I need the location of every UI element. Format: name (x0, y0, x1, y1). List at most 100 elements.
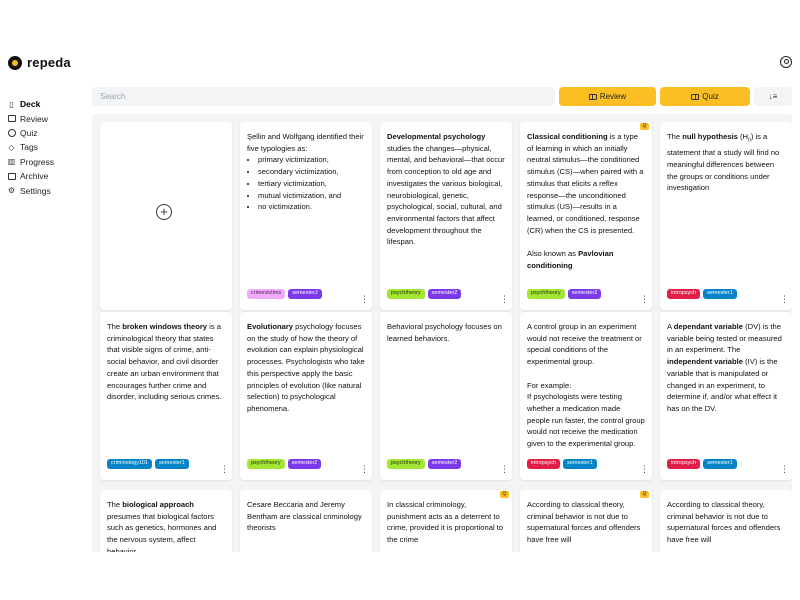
app-logo[interactable]: repeda (8, 55, 71, 70)
sidebar-item-review[interactable]: Review (7, 111, 87, 125)
kebab-menu-icon[interactable]: ⋮ (220, 465, 229, 474)
flashcard[interactable]: Developmental psychology studies the cha… (380, 122, 512, 310)
gear-icon: ⚙ (7, 186, 16, 196)
kebab-menu-icon[interactable]: ⋮ (640, 295, 649, 304)
sidebar-item-label: Deck (20, 99, 41, 110)
tag-badge[interactable]: psychtheory (527, 289, 565, 299)
card-text: The null hypothesis (H0) is a statement … (667, 132, 780, 193)
card-text: The broken windows theory is a criminolo… (107, 322, 222, 402)
card-text: In classical criminology, punishment act… (387, 500, 504, 545)
book-icon (7, 114, 16, 123)
quiz-badge: Q (640, 123, 649, 130)
quiz-button-label: Quiz (702, 92, 719, 101)
card-text: Cesare Beccaria and Jeremy Bentham are c… (247, 500, 362, 533)
kebab-menu-icon[interactable]: ⋮ (640, 465, 649, 474)
card-text: Şellin and Wolfgang identified their fiv… (240, 122, 372, 213)
kebab-menu-icon[interactable]: ⋮ (500, 295, 509, 304)
kebab-menu-icon[interactable]: ⋮ (360, 295, 369, 304)
tag-badge[interactable]: semester2 (287, 459, 322, 469)
archive-icon (7, 172, 16, 181)
kebab-menu-icon[interactable]: ⋮ (780, 465, 789, 474)
card-tags: psychtheory semester2 (387, 289, 462, 299)
sort-icon: ↓≡ (768, 92, 778, 101)
plus-circle-icon: + (156, 204, 172, 220)
deck-icon: ▯ (9, 99, 14, 109)
sidebar-item-progress[interactable]: ▥ Progress (7, 155, 87, 169)
kebab-menu-icon[interactable]: ⋮ (360, 465, 369, 474)
card-text: A dependant variable (DV) is the variabl… (667, 322, 782, 413)
kebab-menu-icon[interactable]: ⋮ (780, 295, 789, 304)
card-text: A control group in an experiment would n… (527, 322, 645, 449)
flashcard[interactable]: The broken windows theory is a criminolo… (100, 312, 232, 480)
card-text: Classical conditioning is a type of lear… (527, 132, 644, 270)
flashcard[interactable]: Evolutionary psychology focuses on the s… (240, 312, 372, 480)
flashcard[interactable]: Q Classical conditioning is a type of le… (520, 122, 652, 310)
flashcard[interactable]: A control group in an experiment would n… (520, 312, 652, 480)
sidebar-item-label: Progress (20, 156, 55, 167)
flashcard[interactable]: A dependant variable (DV) is the variabl… (660, 312, 792, 480)
card-text: According to classical theory, criminal … (667, 500, 781, 545)
quiz-badge: Q (500, 491, 509, 498)
tag-badge[interactable]: psychtheory (387, 289, 425, 299)
tag-badge[interactable]: semester1 (703, 289, 737, 299)
logo-icon (8, 55, 22, 70)
account-icon[interactable] (780, 56, 792, 68)
quiz-button[interactable]: Quiz (660, 87, 750, 106)
tag-badge[interactable]: semester2 (427, 289, 462, 299)
tag-badge[interactable]: intropsych (667, 459, 701, 469)
card-tags: intropsych semester1 (527, 459, 597, 469)
book-icon (691, 93, 700, 100)
card-tags: psychtheory semester2 (247, 459, 322, 469)
tag-badge[interactable]: psychtheory (387, 459, 425, 469)
card-text: Developmental psychology studies the cha… (387, 132, 505, 247)
card-tags: psychtheory semester2 (527, 289, 602, 299)
tag-badge[interactable]: intropsych (527, 459, 561, 469)
quiz-badge: Q (640, 491, 649, 498)
card-tags: criminology101 semester1 (107, 459, 189, 469)
flashcard[interactable]: Q According to classical theory, crimina… (520, 490, 652, 552)
flashcard[interactable]: The biological approach presumes that bi… (100, 490, 232, 552)
flashcard[interactable]: Cesare Beccaria and Jeremy Bentham are c… (240, 490, 372, 552)
card-list: primary victimization, secondary victimi… (247, 154, 365, 213)
search-input[interactable] (92, 87, 555, 106)
card-tags: psychtheory semester2 (387, 459, 462, 469)
flashcard[interactable]: The null hypothesis (H0) is a statement … (660, 122, 792, 310)
tag-badge[interactable]: semester2 (427, 459, 462, 469)
flashcard[interactable]: Şellin and Wolfgang identified their fiv… (240, 122, 372, 310)
tag-badge[interactable]: semester2 (288, 289, 322, 299)
tag-badge[interactable]: crimevictims (247, 289, 286, 299)
sidebar-item-deck[interactable]: ▯ Deck (7, 97, 87, 111)
sidebar-item-quiz[interactable]: Quiz (7, 126, 87, 140)
sidebar-item-tags[interactable]: ◇ Tags (7, 140, 87, 154)
sidebar-item-archive[interactable]: Archive (7, 169, 87, 183)
sort-button[interactable]: ↓≡ (754, 87, 792, 106)
tag-badge[interactable]: semester1 (563, 459, 597, 469)
sidebar-item-label: Tags (20, 142, 38, 153)
tag-badge[interactable]: semester1 (155, 459, 189, 469)
add-card-button[interactable]: + (100, 122, 232, 310)
card-text: Evolutionary psychology focuses on the s… (247, 322, 365, 413)
sidebar-nav: ▯ Deck Review Quiz ◇ Tags ▥ Progress Arc… (7, 97, 87, 198)
sidebar-item-settings[interactable]: ⚙ Settings (7, 183, 87, 197)
check-circle-icon (7, 128, 16, 137)
flashcard[interactable]: According to classical theory, criminal … (660, 490, 792, 552)
flashcard[interactable]: Q In classical criminology, punishment a… (380, 490, 512, 552)
card-text: The biological approach presumes that bi… (107, 500, 217, 552)
app-name: repeda (27, 55, 71, 70)
sidebar-item-label: Settings (20, 185, 51, 196)
card-text: According to classical theory, criminal … (527, 500, 641, 545)
book-icon (588, 93, 597, 100)
kebab-menu-icon[interactable]: ⋮ (500, 465, 509, 474)
sidebar-item-label: Archive (20, 171, 49, 182)
review-button[interactable]: Review (559, 87, 656, 106)
tag-badge[interactable]: semester2 (567, 289, 602, 299)
tag-icon: ◇ (8, 142, 15, 152)
tag-badge[interactable]: intropsych (667, 289, 701, 299)
chart-icon: ▥ (7, 157, 16, 167)
flashcard[interactable]: Behavioral psychology focuses on learned… (380, 312, 512, 480)
card-text: Behavioral psychology focuses on learned… (387, 322, 502, 343)
tag-badge[interactable]: semester1 (703, 459, 737, 469)
tag-badge[interactable]: criminology101 (107, 459, 152, 469)
tag-badge[interactable]: psychtheory (247, 459, 285, 469)
sidebar-item-label: Review (20, 113, 48, 124)
